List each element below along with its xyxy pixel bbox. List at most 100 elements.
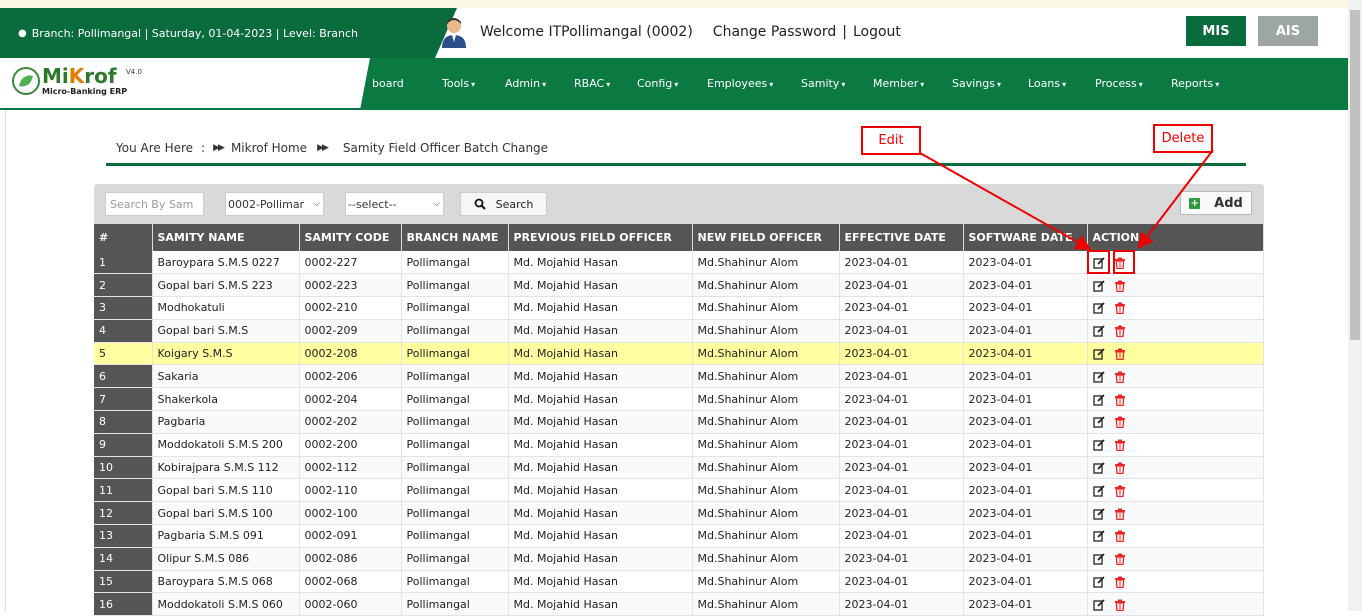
trash-icon[interactable] bbox=[1114, 485, 1126, 497]
table-row[interactable]: 2 Gopal bari S.M.S 223 0002-223 Pollimangal… bbox=[94, 273, 1264, 298]
edit-icon[interactable] bbox=[1092, 530, 1105, 543]
edit-icon[interactable] bbox=[1092, 599, 1105, 611]
edit-icon[interactable] bbox=[1092, 394, 1105, 406]
cell-samity-code: 0002-202 bbox=[299, 410, 402, 434]
add-button[interactable]: + Add bbox=[1180, 191, 1252, 215]
table-row[interactable]: 7 Shakerkola 0002-204 Pollimangal Md. Mojahi… bbox=[94, 387, 1264, 412]
scrollbar-thumb[interactable] bbox=[1350, 10, 1360, 340]
ais-button[interactable]: AIS bbox=[1258, 16, 1318, 46]
trash-icon[interactable] bbox=[1114, 348, 1126, 361]
cell-software-date: 2023-04-01 bbox=[963, 478, 1088, 503]
table-row[interactable]: 16 Moddokatoli S.M.S 060 0002-060 Pollimang… bbox=[94, 592, 1264, 616]
table-row[interactable]: 10 Kobirajpara S.M.S 112 0002-112 Pollimang… bbox=[94, 456, 1264, 480]
filter-select[interactable]: --select-- ⌵ bbox=[345, 192, 444, 216]
cell-action bbox=[1087, 478, 1264, 503]
trash-icon[interactable] bbox=[1114, 462, 1126, 475]
edit-icon[interactable] bbox=[1092, 462, 1105, 474]
logout-link[interactable]: Logout bbox=[853, 24, 901, 40]
trash-icon[interactable] bbox=[1114, 280, 1126, 292]
cell-branch-name: Pollimangal bbox=[401, 524, 509, 548]
cell-branch-name: Pollimangal bbox=[401, 433, 509, 457]
table-row[interactable]: 14 Olipur S.M.S 086 0002-086 Pollimangal Md.… bbox=[94, 547, 1264, 571]
table-row[interactable]: 13 Pagbaria S.M.S 091 0002-091 Pollimangal M… bbox=[94, 524, 1264, 548]
change-password-link[interactable]: Change Password bbox=[713, 24, 836, 40]
row-number: 11 bbox=[94, 478, 153, 503]
row-number: 13 bbox=[94, 524, 153, 548]
cell-new-officer: Md.Shahinur Alom bbox=[692, 433, 840, 457]
logo-brand-pre: Mi bbox=[42, 64, 69, 88]
breadcrumb-home[interactable]: Mikrof Home bbox=[231, 141, 307, 155]
cell-action bbox=[1087, 547, 1264, 571]
cell-software-date: 2023-04-01 bbox=[963, 570, 1088, 594]
row-number: 3 bbox=[94, 296, 153, 320]
cell-new-officer: Md.Shahinur Alom bbox=[692, 364, 840, 389]
trash-icon[interactable] bbox=[1114, 394, 1126, 406]
mikrof-logo[interactable]: MiKrof Micro-Banking ERP V4.0 bbox=[12, 64, 142, 96]
trash-icon[interactable] bbox=[1114, 530, 1126, 543]
batch-change-table: # SAMITY NAME SAMITY CODE BRANCH NAME PR… bbox=[94, 224, 1264, 616]
table-row[interactable]: 8 Pagbaria 0002-202 Pollimangal Md. Mojahid … bbox=[94, 410, 1264, 434]
nav-admin[interactable]: Admin ▾ bbox=[505, 77, 546, 90]
edit-icon[interactable] bbox=[1092, 325, 1105, 337]
nav-tools[interactable]: Tools ▾ bbox=[442, 77, 475, 90]
cell-samity-name: Moddokatoli S.M.S 060 bbox=[152, 592, 300, 616]
filter-select-value: --select-- bbox=[348, 197, 397, 211]
branch-select[interactable]: 0002-Pollimar ⌵ bbox=[225, 192, 324, 216]
cell-previous-officer: Md. Mojahid Hasan bbox=[508, 251, 693, 275]
edit-icon[interactable] bbox=[1092, 553, 1105, 565]
page-scrollbar[interactable] bbox=[1348, 0, 1362, 611]
table-row[interactable]: 4 Gopal bari S.M.S 0002-209 Pollimangal Md. … bbox=[94, 319, 1264, 343]
nav-member[interactable]: Member ▾ bbox=[873, 77, 924, 90]
trash-icon[interactable] bbox=[1114, 371, 1126, 383]
edit-icon[interactable] bbox=[1092, 348, 1105, 360]
breadcrumb-divider bbox=[106, 163, 1246, 166]
nav-process[interactable]: Process ▾ bbox=[1095, 77, 1143, 90]
table-row[interactable]: 12 Gopal bari S.M.S 100 0002-100 Pollimanga… bbox=[94, 501, 1264, 526]
edit-icon[interactable] bbox=[1092, 416, 1105, 429]
nav-dashboard[interactable]: board bbox=[372, 77, 404, 90]
nav-employees[interactable]: Employees ▾ bbox=[707, 77, 773, 90]
edit-icon[interactable] bbox=[1092, 439, 1105, 451]
edit-icon[interactable] bbox=[1092, 485, 1105, 497]
nav-config[interactable]: Config ▾ bbox=[637, 77, 678, 90]
nav-loans[interactable]: Loans ▾ bbox=[1028, 77, 1066, 90]
cell-action bbox=[1087, 273, 1264, 298]
mis-button[interactable]: MIS bbox=[1186, 16, 1246, 46]
table-row[interactable]: 9 Moddokatoli S.M.S 200 0002-200 Pollimanga… bbox=[94, 433, 1264, 457]
trash-icon[interactable] bbox=[1114, 302, 1126, 315]
table-row[interactable]: 5 Koigary S.M.S 0002-208 Pollimangal Md. Moj… bbox=[94, 342, 1264, 366]
cell-samity-code: 0002-086 bbox=[299, 547, 402, 571]
nav-samity[interactable]: Samity ▾ bbox=[801, 77, 845, 90]
trash-icon[interactable] bbox=[1114, 599, 1126, 611]
cell-previous-officer: Md. Mojahid Hasan bbox=[508, 570, 693, 594]
trash-icon[interactable] bbox=[1114, 508, 1126, 520]
trash-icon[interactable] bbox=[1114, 439, 1126, 452]
edit-icon[interactable] bbox=[1092, 302, 1105, 315]
cell-action bbox=[1087, 456, 1264, 480]
table-row[interactable]: 6 Sakaria 0002-206 Pollimangal Md. Mojahid H… bbox=[94, 364, 1264, 389]
edit-icon[interactable] bbox=[1092, 508, 1105, 520]
cell-action bbox=[1087, 524, 1264, 548]
table-row[interactable]: 15 Baroypara S.M.S 068 0002-068 Pollimangal… bbox=[94, 570, 1264, 594]
cell-branch-name: Pollimangal bbox=[401, 478, 509, 503]
trash-icon[interactable] bbox=[1114, 576, 1126, 589]
trash-icon[interactable] bbox=[1114, 553, 1126, 566]
edit-icon[interactable] bbox=[1092, 576, 1105, 588]
cell-branch-name: Pollimangal bbox=[401, 342, 509, 366]
trash-icon[interactable] bbox=[1114, 416, 1126, 429]
nav-savings[interactable]: Savings ▾ bbox=[952, 77, 1001, 90]
table-row[interactable]: 3 Modhokatuli 0002-210 Pollimangal Md. Mojah… bbox=[94, 296, 1264, 320]
samity-search-input[interactable]: Search By Sam bbox=[105, 192, 204, 216]
table-row[interactable]: 11 Gopal bari S.M.S 110 0002-110 Pollimanga… bbox=[94, 478, 1264, 503]
nav-rbac[interactable]: RBAC ▾ bbox=[574, 77, 610, 90]
cell-branch-name: Pollimangal bbox=[401, 570, 509, 594]
search-button[interactable]: Search bbox=[460, 192, 547, 216]
nav-reports[interactable]: Reports ▾ bbox=[1171, 77, 1219, 90]
edit-icon[interactable] bbox=[1092, 371, 1105, 383]
branch-select-value: 0002-Pollimar bbox=[228, 197, 305, 211]
globe-icon: ● bbox=[18, 27, 27, 39]
edit-icon[interactable] bbox=[1092, 280, 1105, 292]
cell-effective-date: 2023-04-01 bbox=[839, 570, 964, 594]
trash-icon[interactable] bbox=[1114, 325, 1126, 338]
cell-software-date: 2023-04-01 bbox=[963, 319, 1088, 343]
